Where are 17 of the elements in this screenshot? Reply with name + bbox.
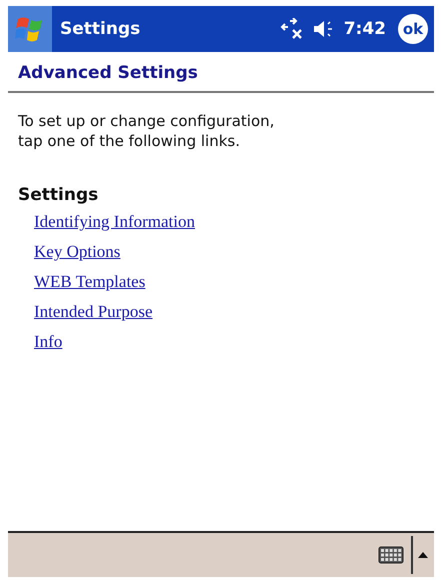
start-button[interactable] xyxy=(8,6,52,52)
settings-link[interactable]: Identifying Information xyxy=(34,207,195,237)
instruction-text: To set up or change configuration, xyxy=(18,111,276,131)
settings-link[interactable]: Info xyxy=(34,327,62,357)
settings-link[interactable]: Key Options xyxy=(34,237,120,267)
keyboard-icon xyxy=(378,546,404,564)
connectivity-icon xyxy=(280,18,304,40)
window-title: Settings xyxy=(60,19,142,39)
page-heading: Advanced Settings xyxy=(8,52,434,93)
settings-link[interactable]: WEB Templates xyxy=(34,267,146,297)
clock-time[interactable]: 7:42 xyxy=(344,19,386,39)
instruction-text: tap one of the following links. xyxy=(18,131,241,151)
section-heading: Settings xyxy=(18,185,100,205)
up-arrow-icon[interactable] xyxy=(418,551,428,559)
keyboard-button[interactable] xyxy=(376,544,406,566)
ok-button[interactable]: ok xyxy=(398,14,428,44)
settings-link[interactable]: Intended Purpose xyxy=(34,297,153,327)
